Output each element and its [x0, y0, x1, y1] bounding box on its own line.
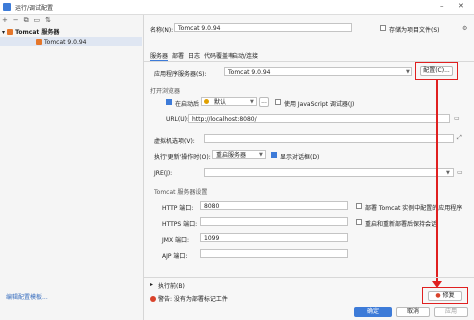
js-debugger-checkbox[interactable] — [275, 99, 281, 105]
minimize-icon[interactable]: – — [440, 2, 444, 10]
tree-item-label: Tomcat 9.0.94 — [44, 39, 87, 46]
store-as-project-label: 存储为项目文件(S) — [389, 27, 440, 34]
expand-icon[interactable]: ⤢ — [457, 134, 462, 142]
tab-startup[interactable]: 启动/连接 — [232, 51, 258, 60]
show-dialog-label: 显示对话框(D) — [280, 154, 320, 161]
browser-more-button[interactable]: ... — [259, 97, 269, 107]
vm-options-input[interactable] — [204, 134, 454, 143]
preserve-sessions-label: 重启和重新部署后保持会话 — [365, 221, 438, 228]
ajp-port-label: AJP 端口: — [162, 253, 188, 260]
url-label: URL(U): — [166, 116, 189, 123]
tree-group-tomcat[interactable]: ▾ Tomcat 服务器 — [2, 27, 59, 36]
chevron-down-icon: ▼ — [250, 99, 254, 105]
store-as-project-checkbox[interactable] — [380, 25, 386, 31]
window-title: 运行/调试配置 — [15, 5, 54, 12]
url-input[interactable]: http://localhost:8080/ — [188, 114, 450, 123]
tab-logs[interactable]: 日志 — [188, 51, 200, 60]
https-port-input[interactable] — [200, 217, 348, 226]
jre-label: JRE(J): — [154, 170, 173, 177]
browser-icon — [204, 99, 209, 104]
footer-divider — [144, 277, 474, 278]
open-browser-section: 打开浏览器 — [150, 88, 181, 95]
warning-message: 警告: 没有为部署标记工件 — [150, 294, 228, 303]
app-icon — [3, 3, 11, 11]
copy-icon[interactable]: ⧉ — [24, 16, 29, 25]
title-bar: 运行/调试配置 – ✕ — [0, 0, 474, 15]
jmx-port-input[interactable]: 1099 — [200, 233, 348, 242]
folder-icon[interactable]: ▭ — [34, 16, 41, 24]
chevron-down-icon: ▼ — [259, 152, 263, 158]
chevron-right-icon[interactable]: ▸ — [150, 281, 153, 288]
folder-icon[interactable]: ▭ — [454, 115, 460, 122]
warning-icon — [150, 296, 156, 302]
before-launch-label[interactable]: 执行前(B) — [158, 281, 185, 290]
jmx-port-label: JMX 端口: — [162, 237, 189, 244]
remove-icon[interactable]: − — [13, 16, 19, 24]
tomcat-icon — [36, 39, 42, 45]
vm-options-label: 虚拟机选项(V): — [154, 138, 195, 145]
folder-icon[interactable]: ▭ — [457, 169, 463, 176]
js-debugger-label: 使用 JavaScript 调试器(J) — [284, 101, 355, 108]
ok-button[interactable]: 确定 — [354, 307, 392, 317]
tab-coverage[interactable]: 代码覆盖率 — [204, 51, 234, 60]
edit-templates-link[interactable]: 编辑配置模板... — [6, 292, 48, 301]
chevron-down-icon[interactable]: ▾ — [2, 29, 5, 36]
annotation-arrow — [436, 80, 438, 285]
after-launch-checkbox[interactable] — [166, 99, 172, 105]
preserve-sessions-checkbox[interactable] — [356, 219, 362, 225]
tree-item-tomcat-config[interactable]: Tomcat 9.0.94 — [0, 37, 142, 46]
add-icon[interactable]: + — [2, 16, 8, 24]
name-input[interactable]: Tomcat 9.0.94 — [174, 23, 352, 32]
ajp-port-input[interactable] — [200, 249, 348, 258]
http-port-label: HTTP 端口: — [162, 205, 194, 212]
http-port-input[interactable]: 8080 — [200, 201, 348, 210]
gear-icon[interactable]: ⚙ — [462, 25, 467, 32]
apply-button[interactable]: 应用 — [434, 307, 468, 317]
sidebar-toolbar: + − ⧉ ▭ ⇅ — [2, 16, 54, 26]
chevron-down-icon: ▼ — [406, 69, 410, 75]
chevron-down-icon: ▼ — [446, 170, 450, 176]
after-launch-label: 在启动后 — [175, 101, 200, 108]
deploy-in-tomcat-label: 部署 Tomcat 实例中配置的应用程序 — [365, 205, 463, 212]
main-panel: 名称(N): Tomcat 9.0.94 存储为项目文件(S) ⚙ 服务器 部署… — [144, 15, 474, 320]
tab-deployment[interactable]: 部署 — [172, 51, 184, 60]
browser-select[interactable]: 默认 — [201, 97, 257, 106]
app-server-select[interactable]: Tomcat 9.0.94 — [224, 67, 412, 76]
update-action-label: 执行'更新'操作时(O): — [154, 154, 211, 161]
close-icon[interactable]: ✕ — [458, 2, 464, 10]
sidebar: + − ⧉ ▭ ⇅ ▾ Tomcat 服务器 Tomcat 9.0.94 编辑配… — [0, 15, 144, 320]
tomcat-icon — [7, 29, 14, 35]
highlight-box — [415, 62, 458, 80]
tomcat-settings-section: Tomcat 服务器设置 — [154, 189, 208, 196]
deploy-in-tomcat-checkbox[interactable] — [356, 203, 362, 209]
show-dialog-checkbox[interactable] — [271, 152, 277, 158]
app-server-label: 应用程序服务器(S): — [154, 71, 207, 78]
fix-highlight-box — [422, 287, 468, 304]
https-port-label: HTTPS 端口: — [162, 221, 198, 228]
jre-select[interactable] — [204, 168, 454, 177]
tab-server[interactable]: 服务器 — [150, 51, 169, 61]
sort-icon[interactable]: ⇅ — [45, 16, 51, 24]
name-label: 名称(N): — [150, 27, 174, 34]
warning-text: 警告: 没有为部署标记工件 — [158, 296, 228, 303]
cancel-button[interactable]: 取消 — [396, 307, 430, 317]
update-action-select[interactable]: 重启服务器 — [212, 150, 266, 159]
tree-group-label: Tomcat 服务器 — [15, 29, 60, 36]
